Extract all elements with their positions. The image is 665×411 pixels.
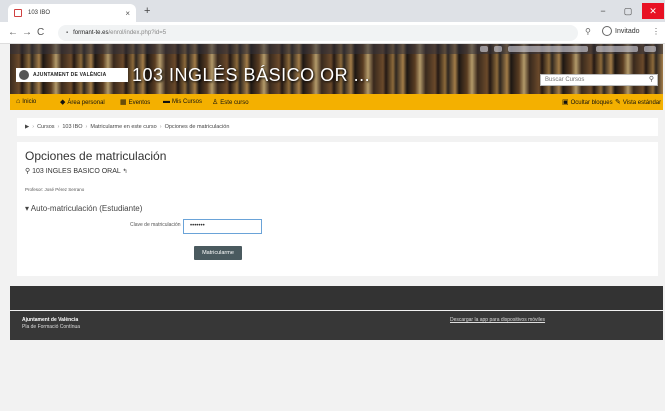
enrol-me-button[interactable]: Matricularme bbox=[194, 246, 242, 260]
language-menu[interactable] bbox=[596, 46, 638, 52]
site-banner: AJUNTAMENT DE VALÈNCIA 103 INGLÉS BÁSICO… bbox=[10, 44, 663, 94]
calendar-icon: ▦ bbox=[120, 99, 127, 106]
courses-icon: ▬ bbox=[163, 98, 170, 105]
breadcrumb-item[interactable]: Cursos bbox=[37, 124, 54, 130]
browser-menu-icon[interactable]: ⋮ bbox=[652, 27, 660, 36]
nav-item-area-personal[interactable]: ◆ Área personal bbox=[60, 98, 105, 106]
reload-button[interactable]: C bbox=[37, 26, 44, 40]
nav-label: Ocultar bloques bbox=[570, 100, 613, 106]
close-window-button[interactable]: ✕ bbox=[642, 3, 664, 19]
message-icon[interactable] bbox=[494, 46, 502, 52]
nav-label: Este curso bbox=[220, 100, 249, 106]
new-tab-button[interactable]: + bbox=[144, 5, 150, 17]
main-nav: ⌂ Inicio ◆ Área personal ▦ Eventos ▬ Mis Cur… bbox=[10, 94, 663, 110]
ajuntament-logo[interactable]: AJUNTAMENT DE VALÈNCIA bbox=[16, 68, 128, 82]
address-bar: ← → C ▪ formant-te.es/enrol/index.php?id=… bbox=[0, 22, 665, 44]
enrol-key-label: Clave de matriculación bbox=[130, 222, 181, 228]
blocks-icon: ▣ bbox=[562, 99, 569, 106]
nav-item-este-curso[interactable]: ♙ Este curso bbox=[212, 98, 249, 106]
back-button[interactable]: ← bbox=[8, 26, 18, 40]
maximize-button[interactable]: ▢ bbox=[617, 3, 639, 19]
banner-user-bar bbox=[10, 44, 663, 54]
link-arrow-icon: ↰ bbox=[120, 169, 128, 175]
user-menu[interactable] bbox=[508, 46, 588, 52]
enrol-key-input[interactable]: ••••••• bbox=[183, 219, 262, 234]
breadcrumb: ▶ › Cursos › 103 IBO › Matricularme en este cu… bbox=[17, 118, 658, 136]
course-name-link[interactable]: ⚲ 103 INGLES BASICO ORAL ↰ bbox=[25, 167, 127, 175]
self-enrolment-section[interactable]: ▾ Auto-matriculación (Estudiante) bbox=[25, 204, 142, 213]
logo-text: AJUNTAMENT DE VALÈNCIA bbox=[33, 72, 107, 78]
seal-icon bbox=[19, 70, 29, 80]
section-title: Auto-matriculación (Estudiante) bbox=[30, 204, 143, 213]
tab-close-icon[interactable]: × bbox=[125, 9, 130, 18]
footer-top bbox=[10, 286, 663, 310]
course-icon: ♙ bbox=[212, 99, 219, 106]
nav-label: Inicio bbox=[22, 99, 37, 105]
lock-icon: ▪ bbox=[66, 30, 69, 36]
url-input[interactable]: ▪ formant-te.es/enrol/index.php?id=5 bbox=[58, 25, 578, 41]
breadcrumb-item[interactable]: 103 IBO bbox=[62, 124, 82, 130]
zoom-icon[interactable]: ⚲ bbox=[585, 27, 591, 36]
nav-label: Eventos bbox=[128, 100, 151, 106]
banner-course-title: 103 INGLÉS BÁSICO OR ... bbox=[132, 65, 371, 85]
nav-label: Mis Cursos bbox=[172, 99, 203, 105]
profile-label: Invitado bbox=[615, 27, 640, 35]
course-name: 103 INGLES BASICO ORAL bbox=[32, 168, 121, 175]
nav-label: Área personal bbox=[67, 100, 105, 106]
standard-view-button[interactable]: ✎ Vista estándar bbox=[615, 98, 661, 106]
dashboard-icon: ◆ bbox=[60, 99, 66, 106]
url-host: formant-te.es bbox=[73, 30, 109, 36]
url-path: /enrol/index.php?id=5 bbox=[108, 30, 167, 36]
notification-icon[interactable] bbox=[480, 46, 488, 52]
search-placeholder: Buscar Cursos bbox=[545, 77, 585, 83]
footer-org: Ajuntament de València bbox=[22, 317, 79, 323]
profile-avatar-icon bbox=[602, 26, 612, 36]
home-icon: ⌂ bbox=[16, 98, 21, 105]
mobile-app-link[interactable]: Descargar la app para dispositivos móvil… bbox=[450, 317, 545, 323]
teacher-name: Profesor: José Pérez Serrano bbox=[25, 187, 85, 192]
footer-sub: Pla de Formació Contínua bbox=[22, 324, 81, 330]
breadcrumb-item: Opciones de matriculación bbox=[164, 124, 230, 130]
enrolment-card: Opciones de matriculación ⚲ 103 INGLES B… bbox=[17, 142, 658, 276]
nav-item-mis-cursos[interactable]: ▬ Mis Cursos bbox=[163, 98, 202, 105]
search-icon[interactable]: ⚲ bbox=[649, 75, 654, 85]
nav-label: Vista estándar bbox=[622, 100, 662, 106]
breadcrumb-item[interactable]: Matricularme en este curso bbox=[90, 124, 156, 130]
browser-tab[interactable]: 103 IBO × bbox=[8, 4, 136, 22]
favicon-icon bbox=[14, 9, 22, 17]
minimize-button[interactable]: − bbox=[592, 3, 614, 19]
dashboard-home-icon[interactable]: ▶ bbox=[25, 124, 29, 130]
nav-item-eventos[interactable]: ▦ Eventos bbox=[120, 98, 150, 106]
pencil-icon: ✎ bbox=[615, 99, 621, 106]
tab-title: 103 IBO bbox=[28, 10, 51, 16]
nav-item-inicio[interactable]: ⌂ Inicio bbox=[16, 98, 36, 105]
course-search-input[interactable]: Buscar Cursos ⚲ bbox=[540, 74, 658, 86]
user-avatar[interactable] bbox=[644, 46, 656, 52]
profile-button[interactable]: Invitado bbox=[602, 26, 640, 36]
footer: Ajuntament de València Pla de Formació C… bbox=[10, 311, 663, 340]
browser-tabstrip: 103 IBO × + − ▢ ✕ bbox=[0, 0, 665, 22]
forward-button[interactable]: → bbox=[22, 26, 32, 40]
hide-blocks-button[interactable]: ▣ Ocultar bloques bbox=[562, 98, 613, 106]
page-title: Opciones de matriculación bbox=[25, 149, 167, 163]
